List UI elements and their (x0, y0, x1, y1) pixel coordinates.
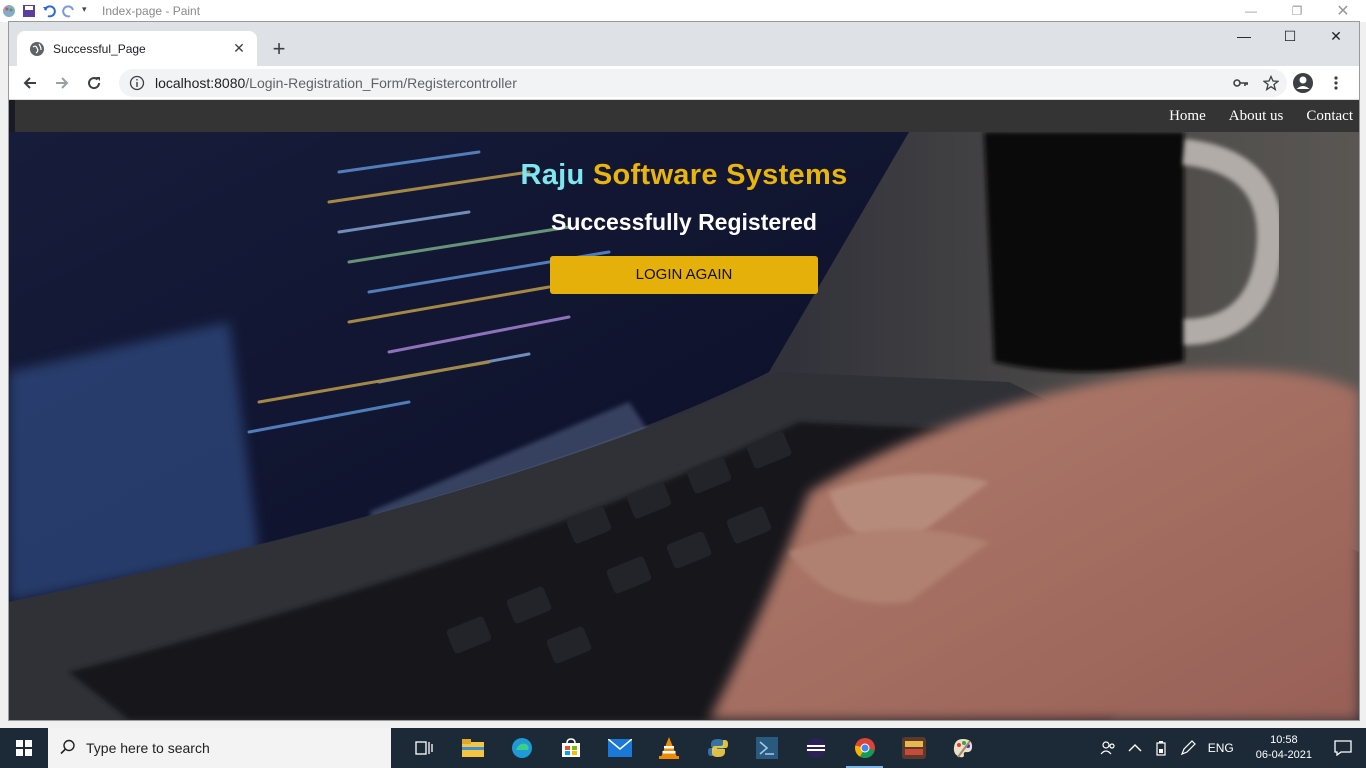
site-navbar: Home About us Contact (15, 100, 1359, 132)
tab-title: Successful_Page (53, 41, 146, 56)
taskbar-search-box[interactable]: Type here to search (48, 728, 391, 768)
windows-start-icon[interactable] (0, 728, 48, 768)
key-icon[interactable] (1231, 73, 1251, 93)
paint-title-bar: ▾ Index-page - Paint — ❐ ✕ (0, 0, 1366, 22)
profile-icon[interactable] (1290, 70, 1316, 96)
paint-app-icon (2, 4, 16, 18)
paint-restore-icon[interactable]: ❐ (1274, 0, 1320, 22)
paint-close-icon[interactable]: ✕ (1320, 0, 1366, 22)
nav-home-link[interactable]: Home (1169, 108, 1206, 125)
chrome-icon[interactable] (840, 728, 889, 768)
nav-about-link[interactable]: About us (1229, 108, 1284, 125)
save-icon[interactable] (22, 4, 36, 18)
tab-successful-page[interactable]: Successful_Page ✕ (17, 31, 257, 66)
page-viewport: Home About us Contact Raju Software Syst… (9, 100, 1359, 720)
python-icon[interactable] (693, 728, 742, 768)
pen-icon[interactable] (1180, 740, 1196, 756)
site-info-icon[interactable] (129, 75, 145, 91)
language-indicator[interactable]: ENG (1208, 741, 1234, 755)
menu-kebab-icon[interactable] (1323, 70, 1349, 96)
store-icon[interactable] (546, 728, 595, 768)
paint-window-controls: — ❐ ✕ (1228, 0, 1366, 22)
clock-time: 10:58 (1270, 734, 1298, 746)
customize-toolbar-icon[interactable]: ▾ (82, 4, 96, 18)
paint-icon[interactable] (938, 728, 987, 768)
people-icon[interactable] (1100, 740, 1116, 756)
mail-icon[interactable] (595, 728, 644, 768)
search-icon (60, 739, 76, 758)
task-view-icon[interactable] (399, 728, 448, 768)
status-message: Successfully Registered (551, 209, 817, 235)
login-again-button[interactable]: LOGIN AGAIN (550, 256, 818, 294)
browser-window: Successful_Page ✕ + — ☐ ✕ localhost:8080… (8, 21, 1360, 721)
system-tray: ENG 10:58 06-04-2021 (1094, 728, 1366, 768)
brand-name-part1: Raju (520, 159, 585, 191)
vlc-icon[interactable] (644, 728, 693, 768)
globe-icon (29, 41, 45, 57)
url-host: localhost:8080 (155, 75, 246, 91)
minimize-icon[interactable]: — (1221, 22, 1267, 50)
page-content: Raju Software Systems Successfully Regis… (9, 132, 1359, 294)
clock-date: 06-04-2021 (1255, 749, 1312, 761)
close-window-icon[interactable]: ✕ (1313, 22, 1359, 50)
edge-icon[interactable] (497, 728, 546, 768)
url-path: /Login-Registration_Form/Registercontrol… (245, 75, 517, 91)
address-bar[interactable]: localhost:8080/Login-Registration_Form/R… (119, 69, 1287, 97)
url-text: localhost:8080/Login-Registration_Form/R… (155, 75, 517, 91)
paint-window-title: Index-page - Paint (102, 4, 201, 18)
brand-title: Raju Software Systems (9, 159, 1359, 192)
forward-icon[interactable] (49, 70, 75, 96)
omnibox-actions (1231, 73, 1281, 93)
paint-minimize-icon[interactable]: — (1228, 0, 1274, 22)
reload-icon[interactable] (81, 70, 107, 96)
new-tab-icon[interactable]: + (267, 37, 291, 61)
jobs-app-icon[interactable] (889, 728, 938, 768)
file-explorer-icon[interactable] (448, 728, 497, 768)
browser-toolbar: localhost:8080/Login-Registration_Form/R… (9, 66, 1359, 100)
eclipse-icon[interactable] (791, 728, 840, 768)
bookmark-star-icon[interactable] (1261, 73, 1281, 93)
redo-icon[interactable] (62, 4, 76, 18)
battery-icon[interactable] (1154, 740, 1168, 756)
back-icon[interactable] (17, 70, 43, 96)
brand-name-part2: Software Systems (584, 159, 848, 191)
system-clock[interactable]: 10:58 06-04-2021 (1250, 733, 1318, 763)
vscode-icon[interactable] (742, 728, 791, 768)
chevron-up-icon[interactable] (1128, 743, 1142, 753)
notifications-icon[interactable] (1334, 740, 1352, 756)
tab-strip: Successful_Page ✕ + — ☐ ✕ (9, 22, 1359, 66)
browser-window-controls: — ☐ ✕ (1221, 22, 1359, 50)
windows-taskbar: Type here to search ENG 10:58 06-04-2021 (0, 728, 1366, 768)
paint-quick-access: ▾ (0, 4, 96, 18)
close-tab-icon[interactable]: ✕ (231, 40, 247, 57)
nav-contact-link[interactable]: Contact (1306, 108, 1353, 125)
search-placeholder: Type here to search (86, 740, 210, 756)
undo-icon[interactable] (42, 4, 56, 18)
maximize-icon[interactable]: ☐ (1267, 22, 1313, 50)
taskbar-apps (399, 728, 987, 768)
